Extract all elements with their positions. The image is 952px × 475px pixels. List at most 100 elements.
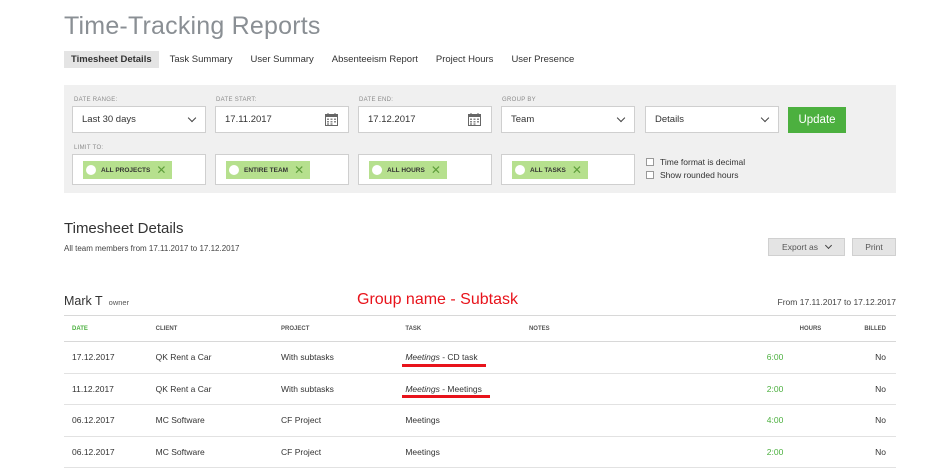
cell-date: 11.12.2017: [64, 373, 148, 405]
filter-panel: DATE RANGE: Last 30 days DATE START: 17.…: [64, 85, 896, 193]
tab-project-hours[interactable]: Project Hours: [429, 51, 501, 68]
report-tabs: Timesheet Details Task Summary User Summ…: [64, 51, 585, 68]
date-range-label: DATE RANGE:: [74, 97, 118, 103]
close-icon[interactable]: ✕: [431, 164, 441, 176]
calendar-icon[interactable]: [468, 113, 481, 126]
task-name: CD task: [447, 352, 478, 363]
cell-task: Meetings - Meetings: [397, 373, 521, 405]
tab-user-summary[interactable]: User Summary: [243, 51, 320, 68]
date-start-input[interactable]: 17.11.2017: [215, 106, 349, 133]
print-button[interactable]: Print: [852, 238, 896, 256]
cell-notes: [520, 404, 759, 437]
table-row[interactable]: 06.12.2017 MC Software CF Project Meetin…: [64, 404, 896, 437]
cell-hours: 2:00: [758, 373, 832, 405]
column-header-task[interactable]: TASK: [397, 315, 521, 342]
close-icon[interactable]: ✕: [156, 164, 166, 176]
chip-dot-icon: [86, 165, 96, 175]
update-button[interactable]: Update: [788, 107, 846, 133]
column-header-billed[interactable]: BILLED: [831, 315, 896, 342]
cell-billed: No: [831, 373, 896, 405]
annotation-label: Group name - Subtask: [357, 291, 518, 308]
tab-task-summary[interactable]: Task Summary: [163, 51, 240, 68]
decimal-format-checkbox[interactable]: [646, 158, 654, 166]
cell-project: CF Project: [273, 404, 398, 437]
calendar-icon[interactable]: [325, 113, 338, 126]
user-role: owner: [108, 298, 130, 307]
column-header-client[interactable]: CLIENT: [147, 315, 274, 342]
date-start-label: DATE START:: [216, 97, 257, 103]
cell-billed: No: [831, 436, 896, 468]
date-end-value: 17.12.2017: [368, 114, 416, 125]
cell-task: Meetings - CD task: [397, 341, 521, 374]
chip-dot-icon: [515, 165, 525, 175]
cell-project: With subtasks: [273, 373, 398, 405]
tab-timesheet-details[interactable]: Timesheet Details: [64, 51, 159, 68]
limit-hours-box[interactable]: ALL HOURS ✕: [358, 154, 492, 185]
entire-team-chip[interactable]: ENTIRE TEAM ✕: [226, 161, 311, 179]
cell-date: 06.12.2017: [64, 436, 148, 468]
task-name: Meetings: [447, 383, 482, 394]
limit-team-box[interactable]: ENTIRE TEAM ✕: [215, 154, 349, 185]
chip-label: ENTIRE TEAM: [244, 166, 289, 174]
group-by-label: GROUP BY: [502, 97, 536, 103]
chip-label: ALL TASKS: [530, 166, 566, 174]
column-header-notes[interactable]: NOTES: [520, 315, 759, 342]
table-row[interactable]: 11.12.2017 QK Rent a Car With subtasks M…: [64, 373, 896, 405]
cell-hours: 6:00: [758, 341, 832, 374]
cell-project: CF Project: [273, 436, 398, 468]
date-end-input[interactable]: 17.12.2017: [358, 106, 492, 133]
cell-hours: 2:00: [758, 436, 832, 468]
cell-notes: [520, 341, 759, 374]
chip-dot-icon: [229, 165, 239, 175]
table-row[interactable]: 06.12.2017 MC Software CF Project Meetin…: [64, 436, 896, 468]
group-by-select[interactable]: Team: [501, 106, 635, 133]
export-label: Export as: [782, 242, 818, 252]
rounded-hours-checkbox[interactable]: [646, 171, 654, 179]
user-date-range: From 17.11.2017 to 17.12.2017: [777, 297, 896, 307]
cell-project: With subtasks: [273, 341, 398, 374]
table-row[interactable]: 17.12.2017 QK Rent a Car With subtasks M…: [64, 341, 896, 374]
all-projects-chip[interactable]: ALL PROJECTS ✕: [83, 161, 173, 179]
rounded-hours-option[interactable]: Show rounded hours: [646, 170, 738, 180]
column-header-date[interactable]: DATE: [64, 315, 148, 342]
task-name: Meetings: [405, 446, 440, 457]
export-button[interactable]: Export as: [768, 238, 845, 256]
detail-level-select[interactable]: Details: [645, 106, 779, 133]
tab-user-presence[interactable]: User Presence: [504, 51, 581, 68]
all-tasks-chip[interactable]: ALL TASKS ✕: [512, 161, 588, 179]
annotation-underline: [402, 363, 487, 367]
chevron-down-icon: [824, 241, 832, 250]
timesheet-table: DATE CLIENT PROJECT TASK NOTES HOURS BIL…: [64, 315, 896, 468]
user-header: Mark T owner: [64, 294, 129, 308]
decimal-format-option[interactable]: Time format is decimal: [646, 157, 745, 167]
task-group: Meetings: [405, 383, 440, 394]
close-icon[interactable]: ✕: [294, 164, 304, 176]
chip-label: ALL HOURS: [387, 166, 425, 174]
cell-task: Meetings: [397, 436, 521, 468]
cell-client: MC Software: [147, 436, 274, 468]
task-name: Meetings: [405, 415, 440, 426]
date-range-select[interactable]: Last 30 days: [72, 106, 206, 133]
close-icon[interactable]: ✕: [572, 164, 582, 176]
limit-projects-box[interactable]: ALL PROJECTS ✕: [72, 154, 206, 185]
column-header-project[interactable]: PROJECT: [273, 315, 398, 342]
cell-client: MC Software: [147, 404, 274, 437]
chevron-down-icon: [616, 113, 626, 123]
page-title: Time-Tracking Reports: [64, 12, 321, 40]
cell-hours: 4:00: [758, 404, 832, 437]
all-hours-chip[interactable]: ALL HOURS ✕: [369, 161, 447, 179]
column-header-hours[interactable]: HOURS: [758, 315, 832, 342]
table-header-row: DATE CLIENT PROJECT TASK NOTES HOURS BIL…: [64, 315, 896, 342]
section-subtitle: All team members from 17.11.2017 to 17.1…: [64, 244, 240, 253]
chevron-down-icon: [760, 113, 770, 123]
rounded-hours-label: Show rounded hours: [660, 170, 739, 180]
section-title: Timesheet Details: [64, 220, 184, 237]
decimal-format-label: Time format is decimal: [660, 157, 746, 167]
date-start-value: 17.11.2017: [225, 114, 272, 125]
limit-tasks-box[interactable]: ALL TASKS ✕: [501, 154, 635, 185]
date-range-value: Last 30 days: [82, 114, 136, 125]
cell-task: Meetings: [397, 404, 521, 437]
cell-date: 17.12.2017: [64, 341, 148, 374]
tab-absenteeism-report[interactable]: Absenteeism Report: [325, 51, 425, 68]
cell-client: QK Rent a Car: [147, 341, 274, 374]
